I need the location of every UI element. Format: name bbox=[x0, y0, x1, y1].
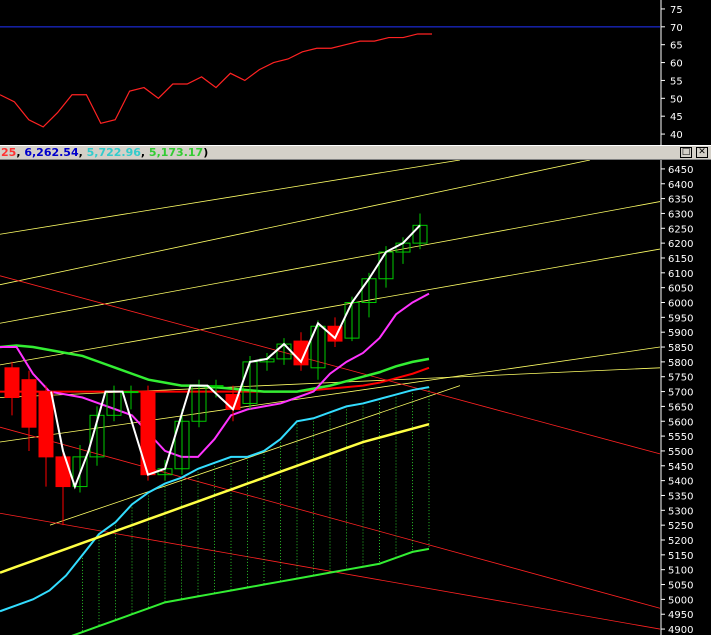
close-button[interactable]: ✕ bbox=[696, 147, 708, 158]
close-icon: ✕ bbox=[698, 147, 706, 157]
oscillator-pane: 75 70 65 60 55 50 45 40 bbox=[0, 0, 711, 145]
oscillator-tick-label: 65 bbox=[670, 41, 683, 52]
price-tick-label: 5150 bbox=[668, 551, 693, 562]
oscillator-tick-label: 50 bbox=[670, 94, 683, 105]
indicator-value-6: 5,173.17 bbox=[148, 146, 204, 159]
indicator-value-2: 6,262.54 bbox=[24, 146, 79, 159]
price-pane-header: 25, 6,262.54, 5,722.96, 5,173.17) □ ✕ bbox=[0, 145, 711, 160]
oscillator-background bbox=[0, 0, 711, 145]
price-tick-label: 5100 bbox=[668, 566, 693, 577]
price-tick-label: 5800 bbox=[668, 358, 693, 369]
price-tick-label: 5700 bbox=[668, 388, 693, 399]
price-tick-label: 5600 bbox=[668, 417, 693, 428]
price-tick-label: 5900 bbox=[668, 328, 693, 339]
candle-body bbox=[140, 391, 156, 476]
price-tick-label: 5400 bbox=[668, 477, 693, 488]
price-tick-label: 5050 bbox=[668, 581, 693, 592]
price-tick-label: 6000 bbox=[668, 299, 693, 310]
chart-window: 75 70 65 60 55 50 45 40 25, 6,262.54, 5,722.96,… bbox=[0, 0, 711, 635]
oscillator-tick-label: 55 bbox=[670, 76, 683, 87]
candle-body bbox=[21, 379, 37, 428]
candle-body bbox=[208, 385, 224, 388]
indicator-value-3: , bbox=[78, 146, 87, 159]
indicator-value-5: , bbox=[140, 146, 149, 159]
oscillator-tick-label: 45 bbox=[670, 112, 683, 123]
price-tick-label: 6100 bbox=[668, 269, 693, 280]
price-tick-label: 5550 bbox=[668, 432, 693, 443]
indicator-value-0: 25 bbox=[1, 146, 17, 159]
candle-body bbox=[38, 391, 54, 458]
price-pane: 6450 6400 6350 6300 6250 6200 6150 6100 6050 6000… bbox=[0, 160, 711, 635]
price-tick-label: 5300 bbox=[668, 506, 693, 517]
restore-button[interactable]: □ bbox=[680, 147, 692, 158]
price-tick-label: 6200 bbox=[668, 239, 693, 250]
price-tick-label: 4950 bbox=[668, 610, 693, 621]
price-tick-label: 5000 bbox=[668, 595, 693, 606]
price-tick-label: 6050 bbox=[668, 284, 693, 295]
candle-body bbox=[123, 391, 139, 394]
price-tick-label: 6350 bbox=[668, 195, 693, 206]
price-tick-label: 5850 bbox=[668, 343, 693, 354]
oscillator-tick-label: 40 bbox=[670, 130, 683, 141]
price-tick-label: 5650 bbox=[668, 402, 693, 413]
price-tick-label: 4900 bbox=[668, 625, 693, 635]
candle-body bbox=[4, 367, 20, 398]
indicator-values: 25, 6,262.54, 5,722.96, 5,173.17) bbox=[1, 146, 208, 159]
indicator-value-7: ) bbox=[203, 146, 209, 159]
price-tick-label: 5350 bbox=[668, 491, 693, 502]
price-tick-label: 6450 bbox=[668, 165, 693, 176]
indicator-value-4: 5,722.96 bbox=[86, 146, 141, 159]
candle-body bbox=[55, 456, 71, 488]
price-tick-label: 5450 bbox=[668, 462, 693, 473]
price-tick-label: 5950 bbox=[668, 313, 693, 324]
oscillator-tick-label: 75 bbox=[670, 5, 683, 16]
price-tick-label: 5200 bbox=[668, 536, 693, 547]
price-tick-label: 5750 bbox=[668, 373, 693, 384]
price-tick-label: 6250 bbox=[668, 224, 693, 235]
oscillator-tick-label: 70 bbox=[670, 23, 683, 34]
price-tick-label: 6300 bbox=[668, 209, 693, 220]
restore-icon: □ bbox=[681, 147, 691, 157]
oscillator-tick-label: 60 bbox=[670, 59, 683, 70]
price-tick-label: 5250 bbox=[668, 521, 693, 532]
price-tick-label: 6150 bbox=[668, 254, 693, 265]
price-tick-label: 5500 bbox=[668, 447, 693, 458]
price-tick-label: 6400 bbox=[668, 180, 693, 191]
